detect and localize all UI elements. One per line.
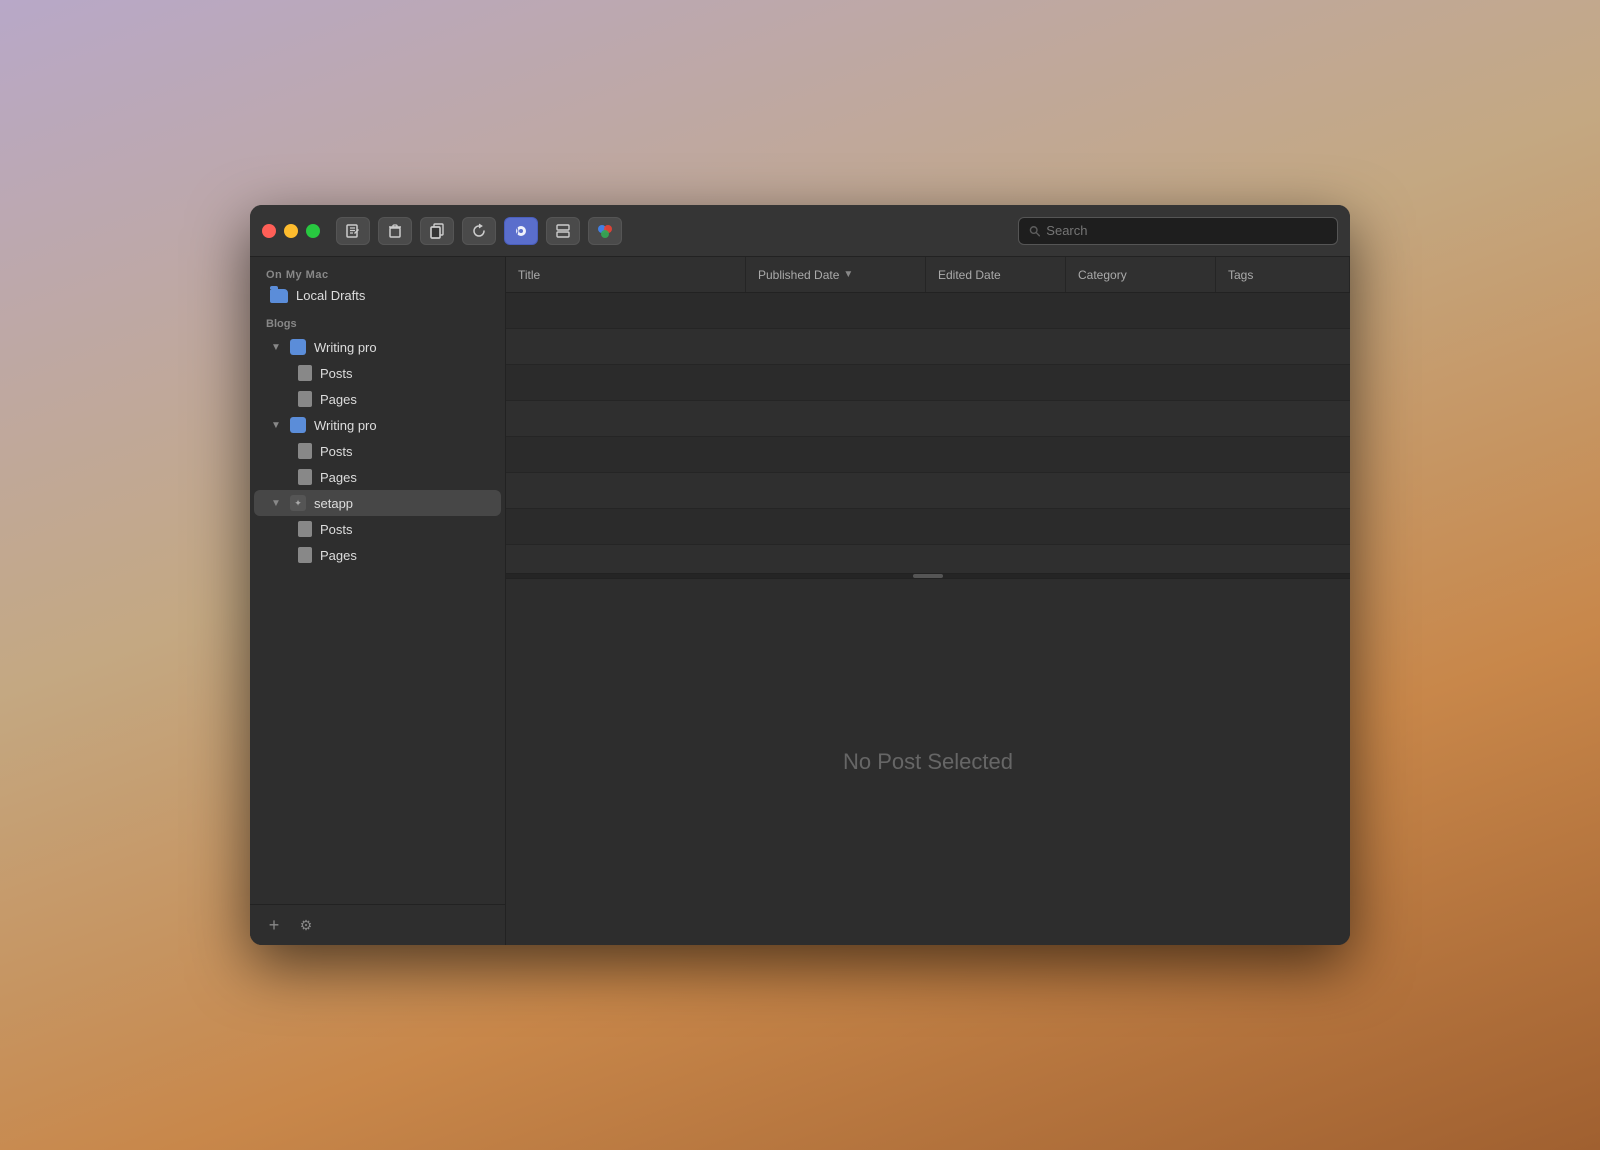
sidebar-item-local-drafts[interactable]: Local Drafts xyxy=(254,283,501,308)
close-button[interactable] xyxy=(262,224,276,238)
app-window: On My Mac Local Drafts Blogs ▼ Writing p… xyxy=(250,205,1350,945)
blog2-name: Writing pro xyxy=(314,418,377,433)
sidebar-item-blog2-posts[interactable]: Posts xyxy=(254,438,501,464)
col-header-edited[interactable]: Edited Date xyxy=(926,257,1066,292)
blog-icon-2 xyxy=(290,417,306,433)
search-icon xyxy=(1029,225,1040,237)
traffic-lights xyxy=(262,224,320,238)
blog1-pages-label: Pages xyxy=(320,392,357,407)
blog1-name: Writing pro xyxy=(314,340,377,355)
doc-icon xyxy=(298,443,312,459)
doc-icon xyxy=(298,469,312,485)
chevron-down-icon: ▼ xyxy=(270,341,282,353)
table-row[interactable] xyxy=(506,437,1350,473)
sidebar-item-blog3-posts[interactable]: Posts xyxy=(254,516,501,542)
add-blog-button[interactable]: + xyxy=(262,913,286,937)
table-row[interactable] xyxy=(506,401,1350,437)
sort-arrow-icon: ▼ xyxy=(843,269,853,280)
sidebar-item-blog1-pages[interactable]: Pages xyxy=(254,386,501,412)
doc-icon xyxy=(298,521,312,537)
compose-button[interactable] xyxy=(336,217,370,245)
editor-area: No Post Selected xyxy=(506,579,1350,945)
blog2-pages-label: Pages xyxy=(320,470,357,485)
sidebar-item-blog3-pages[interactable]: Pages xyxy=(254,542,501,568)
table-row[interactable] xyxy=(506,329,1350,365)
table-row[interactable] xyxy=(506,509,1350,545)
panel-divider xyxy=(506,573,1350,579)
table-row[interactable] xyxy=(506,473,1350,509)
blog3-posts-label: Posts xyxy=(320,522,353,537)
col-header-category[interactable]: Category xyxy=(1066,257,1216,292)
sidebar-item-blog2-pages[interactable]: Pages xyxy=(254,464,501,490)
on-my-mac-header: On My Mac xyxy=(250,265,505,283)
refresh-button[interactable] xyxy=(462,217,496,245)
blog2-posts-label: Posts xyxy=(320,444,353,459)
local-drafts-label: Local Drafts xyxy=(296,288,365,303)
col-header-tags[interactable]: Tags xyxy=(1216,257,1350,292)
copy-button[interactable] xyxy=(420,217,454,245)
chevron-down-icon: ▼ xyxy=(270,419,282,431)
sidebar-footer: + ⚙︎ xyxy=(250,904,505,945)
col-header-title[interactable]: Title xyxy=(506,257,746,292)
blog-icon-1 xyxy=(290,339,306,355)
table-row[interactable] xyxy=(506,365,1350,401)
no-post-label: No Post Selected xyxy=(843,749,1013,775)
column-headers: Title Published Date ▼ Edited Date Categ… xyxy=(506,257,1350,293)
sidebar-item-blog1-posts[interactable]: Posts xyxy=(254,360,501,386)
blog1-posts-label: Posts xyxy=(320,366,353,381)
sidebar-item-blog2[interactable]: ▼ Writing pro xyxy=(254,412,501,438)
search-box[interactable] xyxy=(1018,217,1338,245)
table-row[interactable] xyxy=(506,293,1350,329)
chevron-down-icon: ▼ xyxy=(270,497,282,509)
blog3-pages-label: Pages xyxy=(320,548,357,563)
right-panel: Title Published Date ▼ Edited Date Categ… xyxy=(506,257,1350,945)
pin-button[interactable] xyxy=(504,217,538,245)
post-list xyxy=(506,293,1350,573)
table-row[interactable] xyxy=(506,545,1350,573)
blog3-name: setapp xyxy=(314,496,353,511)
maximize-button[interactable] xyxy=(306,224,320,238)
sidebar-item-blog1[interactable]: ▼ Writing pro xyxy=(254,334,501,360)
doc-icon xyxy=(298,547,312,563)
main-content: On My Mac Local Drafts Blogs ▼ Writing p… xyxy=(250,257,1350,945)
sidebar-item-blog3[interactable]: ▼ ✦ setapp xyxy=(254,490,501,516)
col-header-published[interactable]: Published Date ▼ xyxy=(746,257,926,292)
settings-button[interactable]: ⚙︎ xyxy=(294,913,318,937)
folder-icon xyxy=(270,289,288,303)
doc-icon xyxy=(298,391,312,407)
sidebar: On My Mac Local Drafts Blogs ▼ Writing p… xyxy=(250,257,506,945)
divider-handle[interactable] xyxy=(913,574,943,578)
titlebar xyxy=(250,205,1350,257)
minimize-button[interactable] xyxy=(284,224,298,238)
layout-button[interactable] xyxy=(546,217,580,245)
blog-icon-3: ✦ xyxy=(290,495,306,511)
doc-icon xyxy=(298,365,312,381)
multicolor-button[interactable] xyxy=(588,217,622,245)
search-input[interactable] xyxy=(1046,223,1327,238)
delete-button[interactable] xyxy=(378,217,412,245)
blogs-header: Blogs xyxy=(250,308,505,334)
